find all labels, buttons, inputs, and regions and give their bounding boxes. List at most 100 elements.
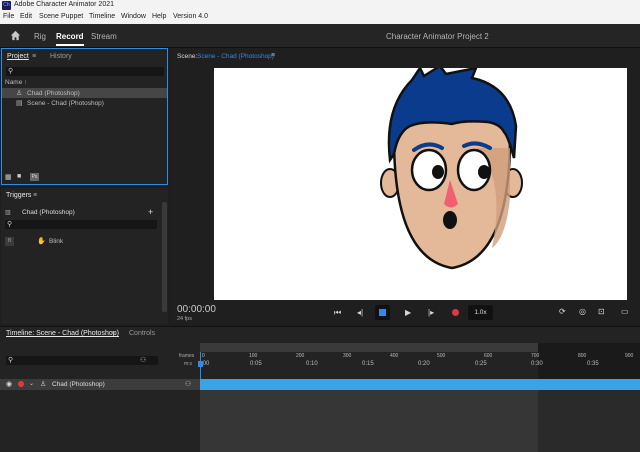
project-menu-icon[interactable]: ≡ [32,53,36,60]
time-label: m:s [184,361,193,367]
frame-tick: 300 [343,353,352,359]
track-area-out-range [538,390,640,452]
photoshop-icon[interactable]: Ps [30,173,39,181]
home-icon[interactable] [10,30,21,41]
scene-menu-icon[interactable]: ≡ [271,52,275,59]
timeline-panel: Timeline: Scene - Chad (Photoshop) ≡ Con… [0,326,640,452]
tab-history[interactable]: History [50,53,72,60]
frames-label: frames [179,353,195,359]
playback-speed[interactable]: 1.0x [468,305,493,320]
timeline-menu-icon[interactable]: ≡ [111,330,115,337]
time-tick: 0:35 [587,361,599,367]
time-tick: 0:25 [475,361,487,367]
frame-tick: 100 [249,353,258,359]
project-item-label: Chad (Photoshop) [27,90,80,97]
frame-tick: 700 [531,353,540,359]
frame-tick: 500 [437,353,446,359]
frame-tick: 400 [390,353,399,359]
project-item-puppet[interactable]: ♙ Chad (Photoshop) [2,88,167,98]
loop-icon[interactable]: ⟳ [559,307,566,316]
keyboard-icon: ▥ [5,210,11,216]
timecode: 00:00:00 [177,304,216,315]
project-title: Character Animator Project 2 [386,32,489,41]
triggers-title: Triggers [6,192,32,199]
time-tick: 0:05 [250,361,262,367]
triggers-panel: Triggers ≡ ▥ Chad (Photoshop) + ⚲ B ✋ Bl… [1,188,168,324]
menu-scene[interactable]: Scene [39,13,59,20]
window-title: Adobe Character Animator 2021 [14,1,115,8]
scene-icon: ▤ [16,100,23,107]
input-icon[interactable]: ▭ [621,307,629,316]
tab-rig[interactable]: Rig [34,32,46,41]
menu-timeline[interactable]: Timeline [89,13,115,20]
tab-project[interactable]: Project [7,53,29,60]
frame-tick: 900 [625,353,634,359]
chad-puppet [380,68,523,270]
search-icon: ⚲ [7,221,13,228]
track-area [200,390,538,452]
menu-edit[interactable]: Edit [20,13,32,20]
frame-tick: 200 [296,353,305,359]
track-bar-puppet[interactable] [200,379,640,390]
frame-tick: 800 [578,353,587,359]
record-arm-icon[interactable] [18,381,24,387]
workspace-bar: Rig Record Stream Character Animator Pro… [0,24,640,48]
new-scene-icon[interactable]: ▦ [5,173,12,181]
play-icon[interactable]: ▶ [405,308,411,317]
timeline-ruler[interactable] [200,343,538,352]
triggers-menu-icon[interactable]: ≡ [33,192,37,199]
track-header[interactable]: ◉ ⌄ ♙ Chad (Photoshop) ⚇ [0,379,200,390]
triggers-search-input[interactable]: ⚲ [5,220,157,229]
triggers-puppet-name: Chad (Photoshop) [22,209,75,216]
time-tick: 0:10 [306,361,318,367]
project-item-label: Scene - Chad (Photoshop) [27,100,104,107]
name-column-header[interactable]: Name ↑ [5,79,27,86]
playhead-handle[interactable] [198,361,203,367]
time-tick: 0:15 [362,361,374,367]
menu-puppet[interactable]: Puppet [61,13,83,20]
stop-button[interactable] [375,305,390,320]
time-tick: 0:30 [531,361,543,367]
hand-icon: ✋ [37,238,46,245]
tab-record[interactable]: Record [56,32,84,46]
project-panel: Project ≡ History ⚲ Name ↑ ♙ Chad (Photo… [1,48,168,185]
tab-stream[interactable]: Stream [91,32,117,41]
menu-file[interactable]: File [3,13,14,20]
trigger-label-blink[interactable]: Blink [49,238,63,245]
record-button[interactable] [452,309,459,316]
trigger-key[interactable]: B [5,237,14,246]
visibility-eye-icon[interactable]: ◉ [6,380,12,388]
step-forward-icon[interactable]: |▸ [428,308,434,317]
camera-icon[interactable]: ◎ [579,307,586,316]
menu-bar: File Edit Scene Puppet Timeline Window H… [0,11,640,24]
chevron-down-icon[interactable]: ⌄ [29,380,34,387]
stop-icon [379,309,386,316]
menu-version[interactable]: Version 4.0 [173,13,208,20]
menu-window[interactable]: Window [121,13,146,20]
track-label: Chad (Photoshop) [52,381,105,388]
go-to-start-icon[interactable]: ⏮ [334,308,341,318]
folder-icon[interactable]: ■ [17,173,21,180]
frame-tick: 600 [484,353,493,359]
scene-label: Scene: [177,53,198,60]
scene-name[interactable]: Scene - Chad (Photoshop) [197,53,274,60]
microphone-icon[interactable]: ⊡ [598,307,605,316]
tab-controls[interactable]: Controls [129,330,155,337]
add-trigger-button[interactable]: + [148,207,153,217]
arm-icon[interactable]: ⚇ [140,356,146,364]
title-bar: Ch Adobe Character Animator 2021 [0,0,640,11]
time-tick: 0:20 [418,361,430,367]
scene-panel: Scene: Scene - Chad (Photoshop) ≡ 00:00:… [170,48,640,324]
step-back-icon[interactable]: ◂| [357,308,363,317]
tab-timeline[interactable]: Timeline: Scene - Chad (Photoshop) [6,330,119,337]
timeline-search-input[interactable]: ⚲ [6,356,158,365]
project-search-input[interactable]: ⚲ [6,67,164,76]
frame-tick: 0 [202,353,205,359]
project-item-scene[interactable]: ▤ Scene - Chad (Photoshop) [2,98,167,108]
triggers-scrollbar[interactable] [162,202,167,312]
search-icon: ⚲ [8,68,14,75]
track-arm-icon[interactable]: ⚇ [185,380,191,388]
menu-help[interactable]: Help [152,13,166,20]
scene-stage[interactable] [214,68,627,300]
puppet-icon: ♙ [40,381,47,388]
